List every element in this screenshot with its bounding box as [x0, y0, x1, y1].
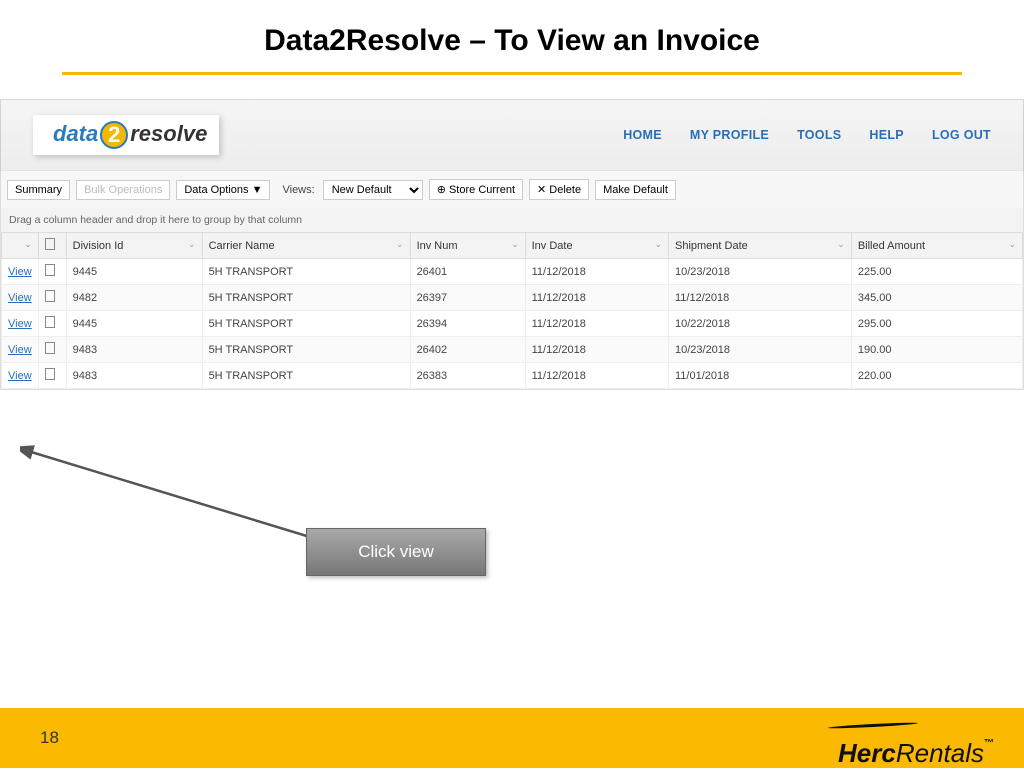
cell-carrier: 5H TRANSPORT: [202, 259, 410, 285]
bulk-operations-button: Bulk Operations: [76, 180, 170, 200]
view-link[interactable]: View: [8, 292, 32, 304]
logo-badge-icon: 2: [100, 121, 128, 149]
cell-division: 9445: [66, 311, 202, 337]
app-container: data2resolve HOME MY PROFILE TOOLS HELP …: [0, 99, 1024, 390]
cell-billed: 295.00: [851, 311, 1022, 337]
table-row: View 94835H TRANSPORT2640211/12/201810/23…: [2, 337, 1023, 363]
chevron-down-icon: ⌄: [511, 239, 519, 250]
grouping-hint: Drag a column header and drop it here to…: [1, 208, 1023, 232]
chevron-down-icon: ⌄: [1008, 239, 1016, 250]
data-options-button[interactable]: Data Options ▼: [176, 180, 270, 200]
cell-invdate: 11/12/2018: [525, 259, 668, 285]
cell-division: 9445: [66, 259, 202, 285]
chevron-down-icon: ⌄: [654, 239, 662, 250]
cell-division: 9483: [66, 337, 202, 363]
table-row: View 94455H TRANSPORT2640111/12/201810/23…: [2, 259, 1023, 285]
cell-carrier: 5H TRANSPORT: [202, 311, 410, 337]
table-row: View 94835H TRANSPORT2638311/12/201811/01…: [2, 363, 1023, 389]
swoosh-icon: [828, 722, 918, 730]
nav-logout[interactable]: LOG OUT: [932, 128, 991, 142]
cell-division: 9483: [66, 363, 202, 389]
nav-help[interactable]: HELP: [869, 128, 904, 142]
col-billed-amount[interactable]: Billed Amount⌄: [851, 233, 1022, 259]
plus-icon: ⊕: [437, 184, 449, 196]
table-row: View 94455H TRANSPORT2639411/12/201810/22…: [2, 311, 1023, 337]
nav-tools[interactable]: TOOLS: [797, 128, 841, 142]
cell-carrier: 5H TRANSPORT: [202, 285, 410, 311]
make-default-button[interactable]: Make Default: [595, 180, 676, 200]
chevron-down-icon: ⌄: [837, 239, 845, 250]
table-row: View94825H TRANSPORT2639711/12/201811/12…: [2, 285, 1023, 311]
chevron-down-icon: ⌄: [188, 239, 196, 250]
slide-footer: 18 HercRentals™: [0, 708, 1024, 768]
nav-home[interactable]: HOME: [623, 128, 662, 142]
cell-shipdate: 11/12/2018: [668, 285, 851, 311]
col-shipment-date[interactable]: Shipment Date⌄: [668, 233, 851, 259]
title-rule: [62, 72, 962, 75]
view-link[interactable]: View: [8, 318, 32, 330]
checkbox-icon[interactable]: [45, 342, 55, 354]
col-division-id[interactable]: Division Id⌄: [66, 233, 202, 259]
toolbar: Summary Bulk Operations Data Options ▼ V…: [1, 170, 1023, 208]
cell-carrier: 5H TRANSPORT: [202, 337, 410, 363]
nav-my-profile[interactable]: MY PROFILE: [690, 128, 769, 142]
cell-invdate: 11/12/2018: [525, 337, 668, 363]
views-select[interactable]: New Default: [323, 180, 423, 200]
col-inv-date[interactable]: Inv Date⌄: [525, 233, 668, 259]
delete-button[interactable]: ✕ Delete: [529, 179, 589, 200]
views-label: Views:: [282, 184, 314, 196]
checkbox-icon[interactable]: [45, 368, 55, 380]
cell-invdate: 11/12/2018: [525, 311, 668, 337]
view-link[interactable]: View: [8, 344, 32, 356]
cell-shipdate: 11/01/2018: [668, 363, 851, 389]
checkbox-icon[interactable]: [45, 264, 55, 276]
store-current-button[interactable]: ⊕ Store Current: [429, 179, 523, 200]
cell-invdate: 11/12/2018: [525, 285, 668, 311]
callout-arrow-icon: [20, 445, 320, 545]
cell-invnum: 26402: [410, 337, 525, 363]
app-header: data2resolve HOME MY PROFILE TOOLS HELP …: [1, 100, 1023, 170]
cell-billed: 220.00: [851, 363, 1022, 389]
cell-invdate: 11/12/2018: [525, 363, 668, 389]
view-link[interactable]: View: [8, 370, 32, 382]
brand-logo: HercRentals™: [838, 707, 994, 769]
cell-billed: 225.00: [851, 259, 1022, 285]
cell-carrier: 5H TRANSPORT: [202, 363, 410, 389]
cell-shipdate: 10/23/2018: [668, 337, 851, 363]
x-icon: ✕: [537, 184, 549, 196]
chevron-down-icon: ⌄: [396, 239, 404, 250]
logo-left: data: [53, 121, 98, 146]
cell-shipdate: 10/23/2018: [668, 259, 851, 285]
invoice-table: ⌄ Division Id⌄ Carrier Name⌄ Inv Num⌄ In…: [1, 232, 1023, 389]
checkbox-icon[interactable]: [45, 316, 55, 328]
cell-invnum: 26397: [410, 285, 525, 311]
cell-shipdate: 10/22/2018: [668, 311, 851, 337]
cell-invnum: 26394: [410, 311, 525, 337]
checkbox-icon[interactable]: [45, 290, 55, 302]
cell-division: 9482: [66, 285, 202, 311]
summary-button[interactable]: Summary: [7, 180, 70, 200]
page-number: 18: [40, 728, 59, 748]
callout-box: Click view: [306, 528, 486, 576]
cell-billed: 345.00: [851, 285, 1022, 311]
col-view[interactable]: ⌄: [2, 233, 39, 259]
logo-right: resolve: [130, 121, 207, 146]
cell-billed: 190.00: [851, 337, 1022, 363]
col-carrier-name[interactable]: Carrier Name⌄: [202, 233, 410, 259]
col-checkbox[interactable]: [38, 233, 66, 259]
logo: data2resolve: [33, 115, 219, 155]
cell-invnum: 26401: [410, 259, 525, 285]
checkbox-icon[interactable]: [45, 238, 55, 250]
top-nav: HOME MY PROFILE TOOLS HELP LOG OUT: [623, 128, 991, 142]
slide-title: Data2Resolve – To View an Invoice: [0, 0, 1024, 72]
col-inv-num[interactable]: Inv Num⌄: [410, 233, 525, 259]
chevron-down-icon: ⌄: [24, 239, 32, 250]
cell-invnum: 26383: [410, 363, 525, 389]
view-link[interactable]: View: [8, 266, 32, 278]
